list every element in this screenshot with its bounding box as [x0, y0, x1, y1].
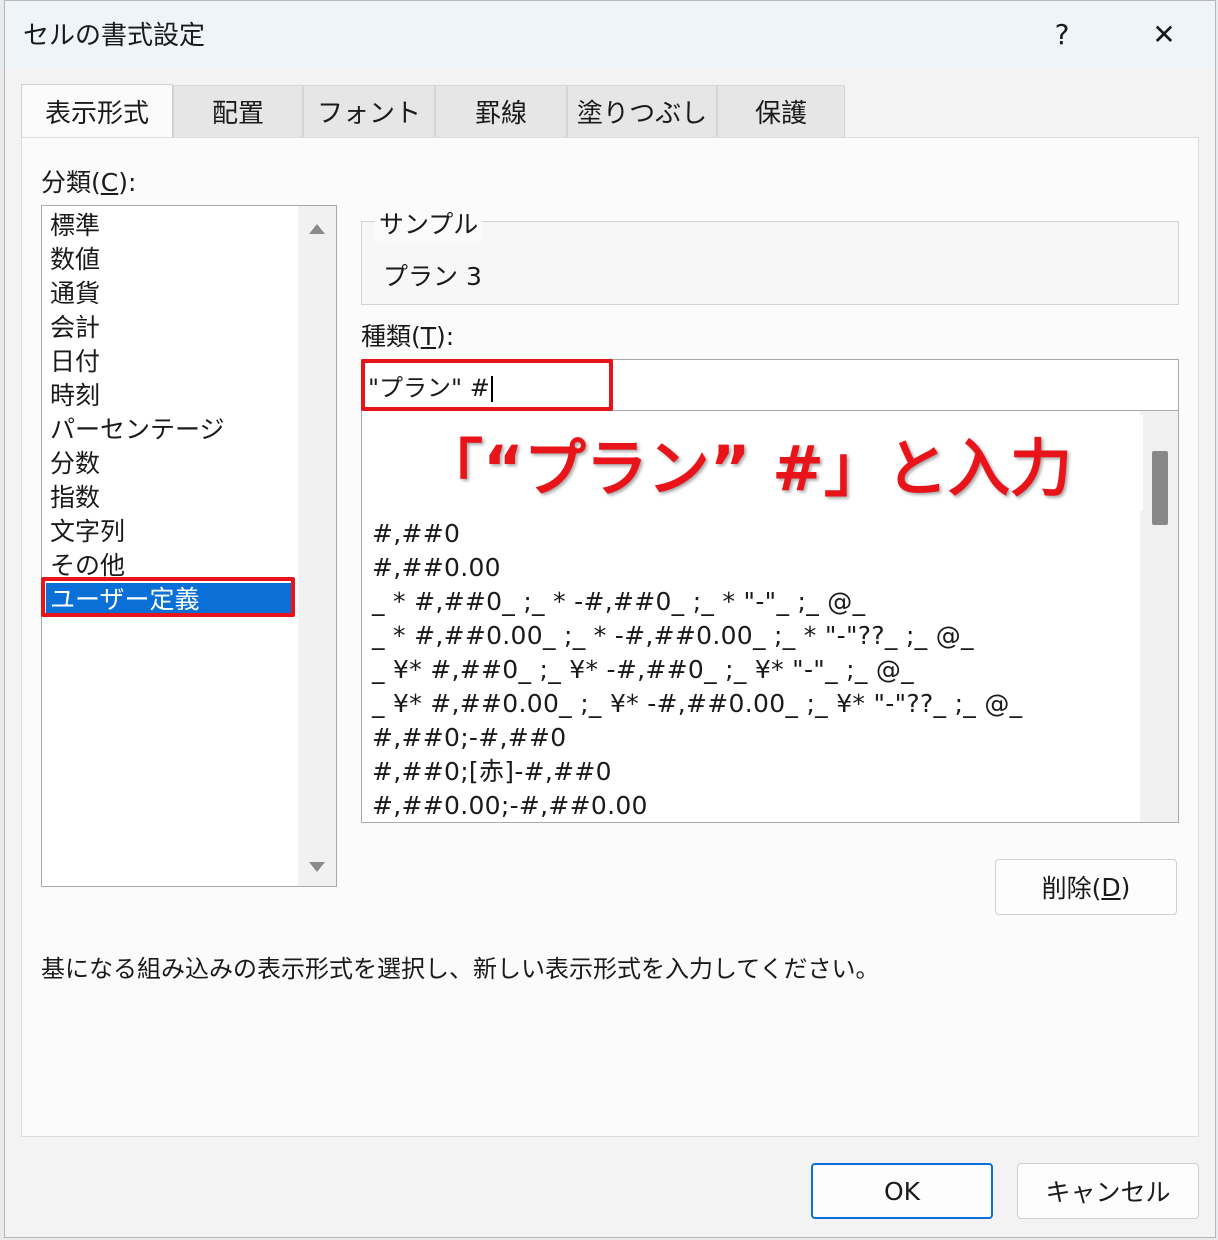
list-item[interactable]: 文字列: [46, 515, 294, 549]
highlight-box-input: [361, 359, 613, 411]
highlight-box-category: [41, 577, 295, 617]
delete-accel: D: [1101, 872, 1121, 902]
list-item[interactable]: #,##0.00;-#,##0.00: [372, 789, 648, 822]
format-scrollbar[interactable]: [1140, 411, 1178, 822]
list-item[interactable]: 時刻: [46, 379, 294, 413]
tab-font[interactable]: フォント: [303, 85, 435, 137]
delete-label: 削除(: [1041, 874, 1102, 903]
list-item[interactable]: #,##0: [372, 517, 460, 551]
scroll-thumb[interactable]: [1152, 451, 1168, 525]
close-icon[interactable]: ✕: [1141, 11, 1187, 57]
sample-value: プラン 3: [383, 262, 482, 291]
description-text: 基になる組み込みの表示形式を選択し、新しい表示形式を入力してください。: [41, 955, 880, 983]
sample-group: [361, 221, 1179, 305]
delete-button[interactable]: 削除(D): [995, 859, 1177, 915]
cancel-button[interactable]: キャンセル: [1017, 1163, 1199, 1219]
delete-label-end: ): [1120, 872, 1131, 902]
list-item[interactable]: #,##0;-#,##0: [372, 721, 566, 755]
list-item[interactable]: #,##0;[赤]-#,##0: [372, 755, 612, 789]
list-item[interactable]: 会計: [46, 311, 294, 345]
scroll-down-icon[interactable]: [309, 862, 325, 872]
list-item[interactable]: 数値: [46, 243, 294, 277]
format-cells-dialog: セルの書式設定 ? ✕ 表示形式 配置 フォント 罫線 塗りつぶし 保護 分類(…: [4, 0, 1216, 1238]
category-list[interactable]: 標準 数値 通貨 会計 日付 時刻 パーセンテージ 分数 指数 文字列 その他 …: [41, 205, 337, 887]
tab-alignment[interactable]: 配置: [173, 85, 303, 137]
list-item[interactable]: 分数: [46, 447, 294, 481]
list-item[interactable]: 日付: [46, 345, 294, 379]
tab-fill[interactable]: 塗りつぶし: [567, 85, 717, 137]
list-item[interactable]: 指数: [46, 481, 294, 515]
help-icon[interactable]: ?: [1039, 11, 1085, 57]
list-item[interactable]: 標準: [46, 209, 294, 243]
scroll-up-icon[interactable]: [309, 224, 325, 234]
type-label: 種類(T):: [361, 322, 455, 351]
tab-protection[interactable]: 保護: [717, 85, 845, 137]
category-scrollbar[interactable]: [298, 206, 336, 886]
dialog-title: セルの書式設定: [23, 21, 206, 51]
ok-button[interactable]: OK: [811, 1163, 993, 1219]
list-item[interactable]: #,##0.00: [372, 551, 501, 585]
list-item[interactable]: _ ¥* #,##0.00_ ;_ ¥* -#,##0.00_ ;_ ¥* "-…: [372, 687, 1022, 721]
list-item[interactable]: パーセンテージ: [46, 413, 294, 447]
list-item[interactable]: 通貨: [46, 277, 294, 311]
list-item[interactable]: _ * #,##0.00_ ;_ * -#,##0.00_ ;_ * "-"??…: [372, 619, 974, 653]
list-item[interactable]: _ * #,##0_ ;_ * -#,##0_ ;_ * "-"_ ;_ @_: [372, 585, 865, 619]
list-item[interactable]: _ ¥* #,##0_ ;_ ¥* -#,##0_ ;_ ¥* "-"_ ;_ …: [372, 653, 914, 687]
title-bar: セルの書式設定 ? ✕: [5, 1, 1215, 67]
tab-number-format[interactable]: 表示形式: [21, 84, 173, 138]
annotation-callout: 「“プラン” #」と入力: [363, 415, 1143, 511]
sample-legend: サンプル: [375, 205, 483, 241]
tab-border[interactable]: 罫線: [435, 85, 567, 137]
category-label: 分類(C):: [41, 168, 137, 197]
